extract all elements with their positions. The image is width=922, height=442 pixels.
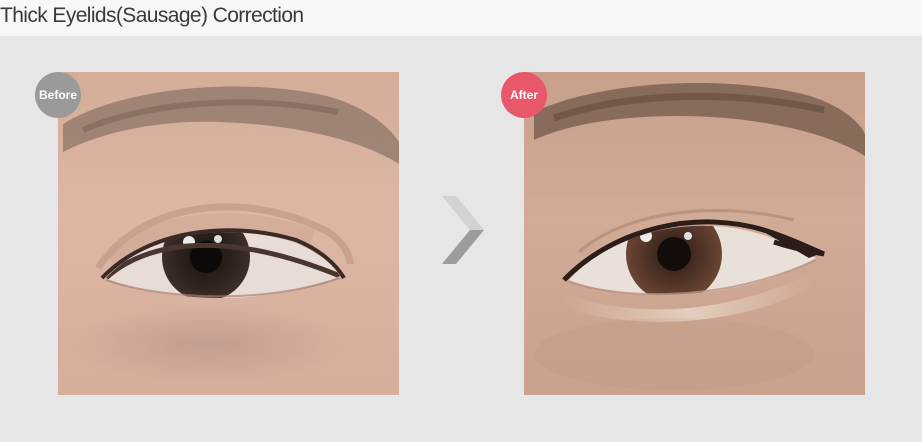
before-badge: Before [35,72,81,118]
after-badge: After [501,72,547,118]
page-title: Thick Eyelids(Sausage) Correction [0,4,304,27]
before-eye-image [58,72,399,395]
header-bar: Thick Eyelids(Sausage) Correction [0,0,922,36]
chevron-right-icon [442,196,484,264]
after-photo [524,72,865,395]
before-photo [58,72,399,395]
after-eye-image [524,72,865,395]
